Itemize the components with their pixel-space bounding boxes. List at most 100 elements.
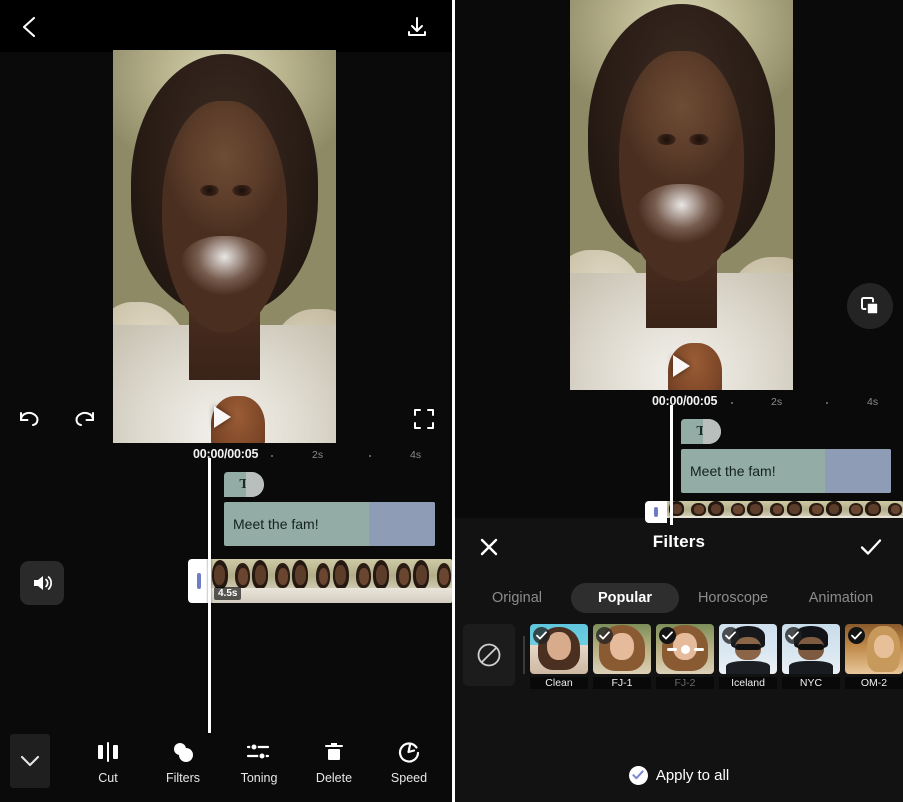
text-clip[interactable]: Meet the fam!: [224, 502, 435, 546]
tab-original[interactable]: Original: [463, 583, 571, 613]
chevron-left-icon: [19, 15, 39, 39]
ruler-tick-dot: [826, 402, 828, 404]
filter-label: Iceland: [719, 677, 777, 689]
tab-horoscope[interactable]: Horoscope: [679, 583, 787, 613]
filters-category-tabs: Original Popular Horoscope Animation: [455, 578, 903, 618]
volume-button[interactable]: [20, 561, 64, 605]
no-filter-icon: [475, 641, 503, 669]
text-badge-cap: [246, 472, 264, 497]
undo-icon: [17, 408, 43, 430]
clip-duration-label: 4.5s: [214, 587, 242, 600]
video-preview[interactable]: [570, 0, 793, 390]
tool-delete[interactable]: Delete: [298, 734, 370, 794]
video-clip[interactable]: 4.5s: [188, 559, 452, 603]
ruler-tick-2s: 2s: [771, 396, 783, 408]
ruler-tick-4s: 4s: [410, 449, 422, 461]
speed-icon: [397, 740, 421, 764]
filters-sheet: Filters Original Popular Horoscope Anima…: [455, 518, 903, 802]
filter-item-fj2[interactable]: FJ-2: [656, 624, 714, 689]
text-badge-cap: [703, 419, 721, 444]
filter-item-iceland[interactable]: Iceland: [719, 624, 777, 689]
tab-animation[interactable]: Animation: [787, 583, 895, 613]
apply-to-all-button[interactable]: Apply to all: [455, 758, 903, 792]
left-editor-panel: 00:00/00:05 2s 4s T Meet the fam! 4.5s C…: [0, 0, 452, 802]
playhead[interactable]: [670, 405, 673, 525]
apply-to-all-label: Apply to all: [655, 766, 730, 784]
toning-icon: [246, 740, 272, 764]
filter-item-fj1[interactable]: FJ-1: [593, 624, 651, 689]
tool-speed[interactable]: Speed: [373, 734, 445, 794]
video-frame-image: [113, 50, 336, 443]
filmstrip: [210, 559, 452, 603]
left-top-bar: [0, 0, 452, 52]
tool-toning[interactable]: Toning: [223, 734, 295, 794]
text-clip[interactable]: Meet the fam!: [681, 449, 891, 493]
chevron-down-icon: [19, 754, 41, 768]
clip-trim-handle-left[interactable]: [645, 501, 667, 523]
back-button[interactable]: [8, 6, 50, 48]
strip-separator: [523, 636, 525, 674]
current-time-label: 00:00/00:05: [193, 447, 259, 461]
play-icon[interactable]: [673, 355, 690, 377]
filter-selected-icon: [596, 627, 613, 644]
tab-popular[interactable]: Popular: [571, 583, 679, 613]
tool-label: Cut: [98, 771, 118, 785]
text-track-badge[interactable]: T: [224, 472, 264, 497]
confirm-filters-button[interactable]: [851, 527, 891, 567]
filters-title: Filters: [652, 532, 706, 551]
timeline-tracks[interactable]: T Meet the fam! 4.5s: [0, 468, 452, 718]
tool-label: Toning: [240, 771, 278, 785]
volume-icon: [31, 573, 53, 593]
filter-label: OM-2: [845, 677, 903, 689]
timeline-tracks[interactable]: T Meet the fam!: [455, 415, 903, 525]
redo-button[interactable]: [64, 399, 104, 439]
filter-selected-icon: [785, 627, 802, 644]
tool-label: Speed: [390, 771, 428, 785]
filter-selected-icon: [848, 627, 865, 644]
ruler-tick-2s: 2s: [312, 449, 324, 461]
duplicate-button[interactable]: [847, 283, 893, 329]
text-track-badge[interactable]: T: [681, 419, 721, 444]
filter-item-nyc[interactable]: NYC: [782, 624, 840, 689]
fullscreen-button[interactable]: [404, 399, 444, 439]
clip-trim-handle-left[interactable]: [188, 559, 210, 603]
tool-label: Filters: [165, 771, 201, 785]
filter-selected-icon: [533, 627, 550, 644]
playhead[interactable]: [208, 458, 211, 733]
filter-thumbnail-strip[interactable]: Clean FJ-1 FJ-2 Iceland NYC OM-2: [455, 624, 903, 702]
filter-label: FJ-1: [593, 677, 651, 689]
check-circle-icon: [628, 765, 648, 785]
duplicate-icon: [859, 295, 881, 317]
redo-icon: [71, 408, 97, 430]
tool-cut[interactable]: Cut: [72, 734, 144, 794]
current-time-label: 00:00/00:05: [652, 394, 718, 408]
ruler-tick-dot: [731, 402, 733, 404]
text-clip-label: Meet the fam!: [233, 516, 319, 532]
filter-item-clean[interactable]: Clean: [530, 624, 588, 689]
filter-none-button[interactable]: [463, 624, 515, 686]
ruler-tick-dot: [271, 455, 273, 457]
filter-label: NYC: [782, 677, 840, 689]
tool-filters[interactable]: Filters: [147, 734, 219, 794]
screenshot-root: 00:00/00:05 2s 4s T Meet the fam! 4.5s C…: [0, 0, 903, 802]
filter-selected-icon: [722, 627, 739, 644]
bottom-toolbar: Cut Filters Toning Delete Speed: [0, 730, 452, 802]
ruler-tick-4s: 4s: [867, 396, 879, 408]
right-editor-panel: 00:00/00:05 2s 4s T Meet the fam! Filter…: [455, 0, 903, 802]
filter-item-om2[interactable]: OM-2: [845, 624, 903, 689]
undo-button[interactable]: [10, 399, 50, 439]
timeline-ruler: 00:00/00:05 2s 4s: [455, 392, 903, 416]
text-clip-tail: [825, 449, 891, 493]
export-button[interactable]: [396, 6, 438, 48]
download-icon: [405, 15, 429, 39]
filters-icon: [171, 740, 195, 764]
video-preview[interactable]: [113, 50, 336, 443]
text-clip-tail: [369, 502, 435, 546]
timeline-ruler: 00:00/00:05 2s 4s: [0, 445, 452, 469]
ruler-tick-dot: [369, 455, 371, 457]
tool-label: Delete: [315, 771, 353, 785]
collapse-toolbar-button[interactable]: [10, 734, 50, 788]
trash-icon: [323, 740, 345, 764]
cut-icon: [96, 740, 120, 764]
filter-label: Clean: [530, 677, 588, 689]
